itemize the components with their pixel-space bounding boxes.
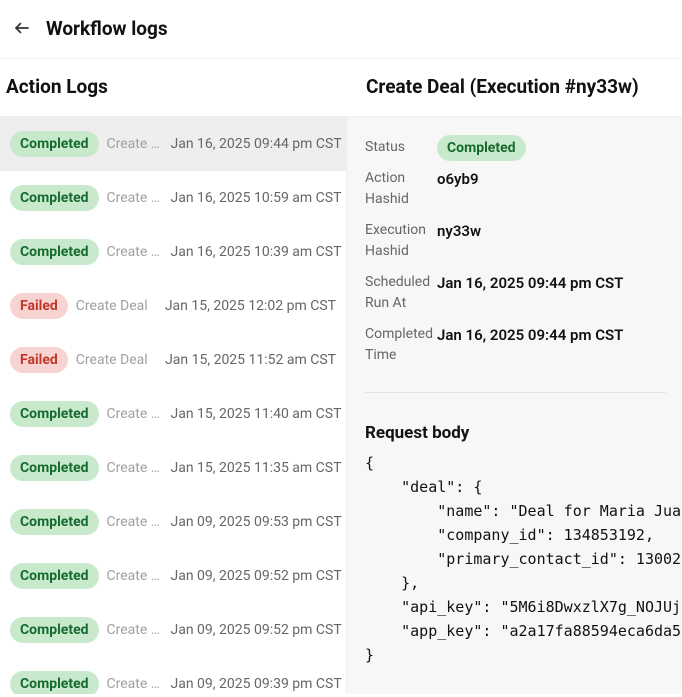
page-title: Workflow logs — [46, 17, 168, 40]
detail-completed-row: Completed Time Jan 16, 2025 09:44 pm CST — [365, 324, 682, 366]
log-time: Jan 15, 2025 12:02 pm CST — [165, 298, 336, 314]
log-row[interactable]: Completed Create … Jan 09, 2025 09:52 pm C… — [0, 549, 346, 603]
log-action-name: Create D… — [107, 406, 163, 422]
action-logs-title: Action Logs — [0, 59, 346, 116]
log-action-name: Create … — [107, 244, 163, 260]
log-action-name: Create … — [107, 514, 163, 530]
execution-hashid-value: ny33w — [437, 220, 481, 243]
detail-scheduled-row: Scheduled Run At Jan 16, 2025 09:44 pm C… — [365, 272, 682, 314]
log-row[interactable]: Completed Create … Jan 09, 2025 09:53 pm C… — [0, 495, 346, 549]
log-row[interactable]: Completed Create … Jan 16, 2025 10:39 am C… — [0, 225, 346, 279]
log-row[interactable]: Failed Create Deal Jan 15, 2025 11:52 am C… — [0, 333, 346, 387]
log-time: Jan 09, 2025 09:52 pm CST — [171, 622, 342, 638]
log-action-name: Create D… — [107, 460, 163, 476]
status-badge: Failed — [10, 347, 68, 373]
log-row[interactable]: Completed Create D… Jan 15, 2025 11:40 am … — [0, 387, 346, 441]
log-row[interactable]: Completed Create … Jan 16, 2025 09:44 pm C… — [0, 117, 346, 171]
log-time: Jan 09, 2025 09:53 pm CST — [171, 514, 342, 530]
log-time: Jan 09, 2025 09:39 pm CST — [171, 676, 342, 692]
divider — [365, 392, 666, 393]
back-arrow-icon[interactable] — [10, 16, 34, 40]
detail-status-row: Status Completed — [365, 137, 682, 158]
log-action-name: Create Deal — [76, 298, 156, 314]
detail-action-hashid-row: Action Hashid o6yb9 — [365, 168, 682, 210]
status-badge: Completed — [10, 185, 99, 211]
log-action-name: Create … — [107, 136, 163, 152]
scheduled-label: Scheduled Run At — [365, 272, 437, 314]
log-row[interactable]: Completed Create D… Jan 15, 2025 11:35 am … — [0, 441, 346, 495]
page-header: Workflow logs — [0, 0, 682, 58]
status-badge: Failed — [10, 293, 68, 319]
main-content: Completed Create … Jan 16, 2025 09:44 pm C… — [0, 117, 682, 694]
execution-hashid-label: Execution Hashid — [365, 220, 437, 262]
completed-value: Jan 16, 2025 09:44 pm CST — [437, 324, 623, 347]
status-badge: Completed — [10, 239, 99, 265]
log-row[interactable]: Completed Create … Jan 09, 2025 09:39 pm C… — [0, 657, 346, 694]
status-badge: Completed — [10, 401, 99, 427]
status-badge: Completed — [10, 563, 99, 589]
status-label: Status — [365, 137, 437, 158]
log-row[interactable]: Completed Create … Jan 16, 2025 10:59 am C… — [0, 171, 346, 225]
log-time: Jan 15, 2025 11:52 am CST — [165, 352, 336, 368]
log-action-name: Create … — [107, 568, 163, 584]
status-badge: Completed — [10, 455, 99, 481]
log-time: Jan 16, 2025 10:59 am CST — [171, 190, 342, 206]
scheduled-value: Jan 16, 2025 09:44 pm CST — [437, 272, 623, 295]
log-row[interactable]: Completed Create … Jan 09, 2025 09:52 pm C… — [0, 603, 346, 657]
logs-list: Completed Create … Jan 16, 2025 09:44 pm C… — [0, 117, 346, 694]
detail-title: Create Deal (Execution #ny33w) — [346, 59, 682, 116]
request-body-title: Request body — [365, 423, 682, 443]
log-time: Jan 15, 2025 11:35 am CST — [171, 460, 342, 476]
log-action-name: Create … — [107, 622, 163, 638]
status-badge: Completed — [10, 617, 99, 643]
log-action-name: Create … — [107, 190, 163, 206]
status-badge: Completed — [10, 131, 99, 157]
log-action-name: Create … — [107, 676, 163, 692]
log-time: Jan 15, 2025 11:40 am CST — [171, 406, 342, 422]
action-hashid-value: o6yb9 — [437, 168, 479, 191]
log-time: Jan 16, 2025 10:39 am CST — [171, 244, 342, 260]
detail-execution-hashid-row: Execution Hashid ny33w — [365, 220, 682, 262]
status-badge: Completed — [10, 671, 99, 694]
log-row[interactable]: Failed Create Deal Jan 15, 2025 12:02 pm C… — [0, 279, 346, 333]
action-hashid-label: Action Hashid — [365, 168, 437, 210]
log-time: Jan 09, 2025 09:52 pm CST — [171, 568, 342, 584]
request-body-code: { "deal": { "name": "Deal for Maria Juar… — [365, 451, 682, 667]
detail-panel: Status Completed Action Hashid o6yb9 Exe… — [346, 117, 682, 694]
status-badge: Completed — [10, 509, 99, 535]
completed-label: Completed Time — [365, 324, 437, 366]
sub-header: Action Logs Create Deal (Execution #ny33… — [0, 58, 682, 117]
status-badge: Completed — [437, 137, 526, 156]
log-time: Jan 16, 2025 09:44 pm CST — [171, 136, 342, 152]
log-action-name: Create Deal — [76, 352, 156, 368]
